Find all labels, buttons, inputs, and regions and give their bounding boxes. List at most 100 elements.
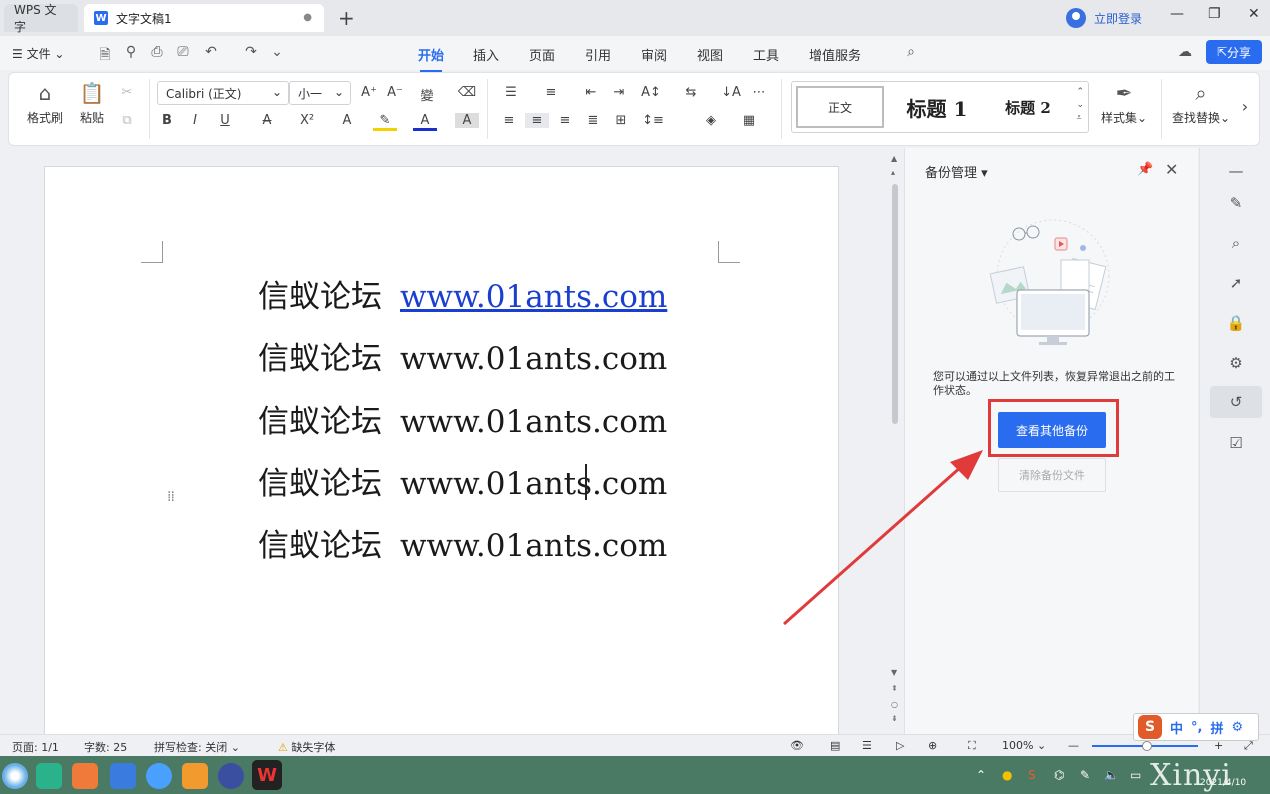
text-direction-icon[interactable]: A↕ bbox=[639, 85, 663, 100]
show-marks-icon[interactable]: ⋯ bbox=[747, 85, 771, 100]
adjust-settings-icon[interactable]: ⚙ bbox=[1226, 354, 1246, 374]
launcher-icon[interactable] bbox=[2, 763, 28, 789]
ime-toolbar[interactable]: S 中 °, 拼 ⚙ bbox=[1133, 713, 1259, 741]
minimize-icon[interactable]: — bbox=[1170, 6, 1184, 22]
close-window-icon[interactable]: ✕ bbox=[1248, 6, 1260, 22]
tab-references[interactable]: 引用 bbox=[585, 45, 611, 64]
borders-icon[interactable]: ▦ bbox=[737, 113, 761, 128]
tab-page[interactable]: 页面 bbox=[529, 45, 555, 64]
redo-icon[interactable]: ↷ bbox=[242, 44, 260, 62]
tray-network-icon[interactable]: ⌬ bbox=[1054, 768, 1064, 782]
document-search-icon[interactable]: ⌕ bbox=[1226, 234, 1246, 254]
page-view-icon[interactable]: ▤ bbox=[830, 739, 840, 752]
print-preview-icon[interactable]: ⎚ bbox=[174, 44, 192, 62]
scroll-thumb[interactable] bbox=[892, 184, 898, 424]
chinese-layout-icon[interactable]: ⇆ bbox=[679, 85, 703, 100]
tab-tools[interactable]: 工具 bbox=[753, 45, 779, 64]
doc-line-3[interactable]: 信蚁论坛 www.01ants.com bbox=[258, 396, 667, 441]
format-painter-button[interactable]: ⌂ 格式刷 bbox=[25, 81, 65, 126]
login-button[interactable]: 立即登录 bbox=[1066, 8, 1142, 28]
tab-close-icon[interactable]: ● bbox=[303, 12, 312, 23]
fullscreen-icon[interactable]: ⤢ bbox=[1244, 739, 1253, 753]
tab-view[interactable]: 视图 bbox=[697, 45, 723, 64]
bullet-list-icon[interactable]: ☰ bbox=[499, 85, 523, 100]
scroll-up-icon[interactable]: ▴ bbox=[891, 168, 895, 177]
vertical-scrollbar[interactable]: ▲ ▴ ▼ ⇞ ○ ⇟ bbox=[888, 148, 902, 734]
new-tab-icon[interactable]: + bbox=[338, 6, 355, 30]
undo-icon[interactable]: ↶ bbox=[202, 44, 220, 62]
zoom-level[interactable]: 100% ⌄ bbox=[1002, 739, 1046, 752]
font-color-icon[interactable]: A bbox=[413, 113, 437, 131]
find-replace-button[interactable]: ⌕ 查找替换⌄ bbox=[1171, 81, 1231, 126]
export-icon[interactable]: ⚲ bbox=[122, 44, 140, 62]
tab-review[interactable]: 审阅 bbox=[641, 45, 667, 64]
underline-icon[interactable]: U bbox=[213, 113, 237, 128]
checklist-icon[interactable]: ☑ bbox=[1226, 434, 1246, 454]
restore-icon[interactable]: ❐ bbox=[1208, 6, 1221, 22]
tab-wps-writer[interactable]: WPS 文字 bbox=[4, 3, 78, 34]
search-icon[interactable]: ⌕ bbox=[902, 44, 920, 62]
phonetic-guide-icon[interactable]: 變 bbox=[415, 85, 439, 104]
page-count[interactable]: 页面: 1/1 bbox=[12, 739, 59, 755]
increase-indent-icon[interactable]: ⇥ bbox=[607, 85, 631, 100]
word-count[interactable]: 字数: 25 bbox=[84, 739, 127, 755]
justify-icon[interactable]: ≣ bbox=[581, 113, 605, 128]
settings-icon[interactable] bbox=[218, 763, 244, 789]
strikethrough-icon[interactable]: A bbox=[255, 113, 279, 128]
save-icon[interactable]: 🗎 bbox=[96, 44, 114, 63]
shrink-font-icon[interactable]: A⁻ bbox=[383, 85, 407, 100]
app-store-icon[interactable] bbox=[72, 763, 98, 789]
prev-page-icon[interactable]: ⇞ bbox=[891, 684, 898, 693]
file-menu[interactable]: ☰ 文件 ⌄ bbox=[12, 45, 64, 62]
ribbon-scroll-right-icon[interactable]: › bbox=[1233, 97, 1257, 116]
sort-icon[interactable]: ↓A bbox=[719, 85, 743, 100]
pointer-select-icon[interactable]: ➚ bbox=[1226, 274, 1246, 294]
spell-check-status[interactable]: 拼写检查: 关闭 ⌄ bbox=[154, 739, 240, 755]
edit-pen-icon[interactable]: ✎ bbox=[1226, 194, 1246, 214]
backup-panel-title[interactable]: 备份管理 ▾ bbox=[925, 162, 988, 181]
document-page[interactable]: 信蚁论坛 www.01ants.com 信蚁论坛 www.01ants.com 信蚁… bbox=[44, 166, 839, 734]
more-icon[interactable]: ⌄ bbox=[268, 44, 286, 62]
distributed-icon[interactable]: ⊞ bbox=[609, 113, 633, 128]
cloud-upload-icon[interactable]: ☁ bbox=[1176, 44, 1194, 62]
paragraph-drag-handle-icon[interactable]: ⁞⁞ bbox=[167, 489, 175, 505]
char-shading-icon[interactable]: A bbox=[455, 113, 479, 128]
grow-font-icon[interactable]: A⁺ bbox=[357, 85, 381, 100]
style-normal[interactable]: 正文 bbox=[796, 86, 884, 128]
tray-battery-icon[interactable]: ▭ bbox=[1130, 768, 1141, 782]
italic-icon[interactable]: I bbox=[183, 113, 207, 128]
tab-home[interactable]: 开始 bbox=[418, 45, 444, 72]
browser-icon[interactable] bbox=[146, 763, 172, 789]
align-right-icon[interactable]: ≡ bbox=[553, 113, 577, 128]
clear-format-icon[interactable]: ⌫ bbox=[455, 85, 479, 100]
copy-icon[interactable]: ⧉ bbox=[115, 113, 139, 128]
collapse-icon[interactable]: — bbox=[1226, 162, 1246, 182]
print-icon[interactable]: ⎙ bbox=[148, 44, 166, 62]
archive-icon[interactable] bbox=[182, 763, 208, 789]
web-view-icon[interactable]: ⊕ bbox=[928, 739, 937, 752]
ime-mode[interactable]: 拼 bbox=[1210, 718, 1223, 737]
style-heading-2[interactable]: 标题 2 bbox=[988, 86, 1068, 128]
decrease-indent-icon[interactable]: ⇤ bbox=[579, 85, 603, 100]
tray-expand-icon[interactable]: ⌃ bbox=[976, 768, 986, 782]
font-name-select[interactable]: Calibri (正文) ⌄ bbox=[157, 81, 289, 105]
pin-icon[interactable]: 📌 bbox=[1137, 162, 1153, 177]
missing-font-indicator[interactable]: ⚠ 缺失字体 bbox=[278, 739, 335, 755]
play-icon[interactable]: ▷ bbox=[896, 739, 904, 752]
eye-protection-icon[interactable]: 👁 bbox=[790, 739, 804, 752]
scroll-down-icon[interactable]: ▼ bbox=[891, 668, 897, 677]
next-page-icon[interactable]: ⇟ bbox=[891, 714, 898, 723]
fit-page-icon[interactable]: ⛶ bbox=[968, 739, 976, 753]
style-set-button[interactable]: ✒ 样式集⌄ bbox=[1099, 81, 1149, 126]
gallery-scroll-icon[interactable]: ⌃ ⌄ ⩡ bbox=[1076, 86, 1084, 125]
backup-history-icon[interactable]: ↺ bbox=[1210, 386, 1262, 418]
clear-backup-files-button[interactable]: 清除备份文件 bbox=[998, 458, 1106, 492]
doc-line-5[interactable]: 信蚁论坛 www.01ants.com bbox=[258, 520, 667, 565]
doc-line-2[interactable]: 信蚁论坛 www.01ants.com bbox=[258, 333, 667, 378]
ime-punctuation-icon[interactable]: °, bbox=[1191, 720, 1202, 735]
share-button[interactable]: ⇱ 分享 bbox=[1206, 40, 1262, 64]
wps-app-icon[interactable]: W bbox=[252, 760, 282, 790]
ime-settings-icon[interactable]: ⚙ bbox=[1231, 720, 1243, 735]
calendar-icon[interactable] bbox=[110, 763, 136, 789]
tab-value-added[interactable]: 增值服务 bbox=[809, 45, 861, 64]
